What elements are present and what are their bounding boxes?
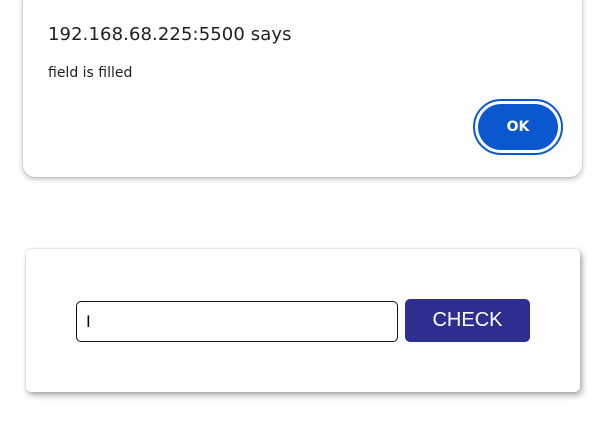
- check-button[interactable]: CHECK: [405, 299, 530, 342]
- alert-title: 192.168.68.225:5500 says: [48, 24, 292, 45]
- ok-button[interactable]: OK: [478, 104, 558, 150]
- form-card: CHECK: [26, 249, 580, 392]
- text-input[interactable]: [76, 301, 398, 342]
- page: 192.168.68.225:5500 says field is filled…: [0, 0, 611, 422]
- alert-message: field is filled: [48, 65, 133, 81]
- ok-button-focus-ring: OK: [473, 99, 563, 155]
- alert-dialog: 192.168.68.225:5500 says field is filled…: [23, 0, 582, 177]
